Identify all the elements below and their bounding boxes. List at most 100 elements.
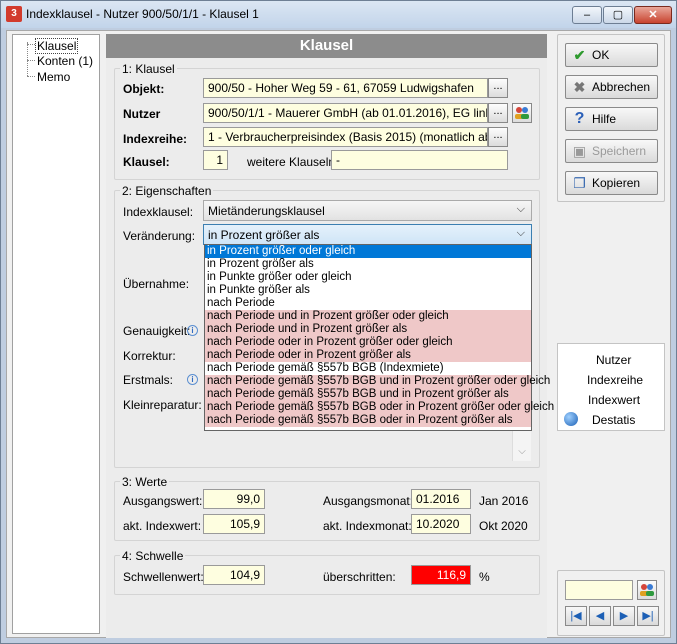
- close-button[interactable]: ✕: [634, 6, 672, 24]
- dropdown-option[interactable]: nach Periode oder in Prozent größer oder…: [205, 336, 531, 349]
- tree-connector: [27, 60, 35, 61]
- section-eigenschaften-title: 2: Eigenschaften: [120, 184, 214, 198]
- tree-connector: [27, 76, 35, 77]
- kopieren-label: Kopieren: [592, 176, 641, 190]
- ausgangswert-label: Ausgangswert:: [123, 494, 203, 508]
- weitere-klauseln-field[interactable]: -: [331, 150, 508, 170]
- abbrechen-label: Abbrechen: [592, 80, 651, 94]
- indexreihe-field[interactable]: 1 - Verbraucherpreisindex (Basis 2015) (…: [203, 127, 488, 147]
- akt-indexmonat-text: Okt 2020: [479, 519, 528, 533]
- last-record-button[interactable]: ▶|: [637, 606, 659, 626]
- maximize-button[interactable]: ▢: [603, 6, 633, 24]
- people-icon: [515, 107, 529, 119]
- klausel-label: Klausel:: [123, 155, 170, 169]
- record-search-field[interactable]: [565, 580, 633, 600]
- chevron-down-icon: ⌵: [518, 446, 526, 457]
- chevron-down-icon: ⌵: [516, 203, 525, 215]
- chevron-down-icon: ⌵: [516, 227, 525, 239]
- akt-indexmonat-field[interactable]: 10.2020: [411, 514, 471, 534]
- minimize-button[interactable]: –: [572, 6, 602, 24]
- dropdown-option[interactable]: nach Periode gemäß §557b BGB oder in Pro…: [205, 414, 531, 427]
- dropdown-option[interactable]: nach Periode gemäß §557b BGB oder in Pro…: [205, 401, 554, 414]
- abbrechen-button[interactable]: ✖ Abbrechen: [565, 75, 658, 99]
- first-record-button[interactable]: |◀: [565, 606, 587, 626]
- dropdown-option[interactable]: in Punkte größer oder gleich: [205, 271, 531, 284]
- info-panel: Nutzer Indexreihe Indexwert Destatis: [557, 343, 665, 431]
- erstmals-label: Erstmals:: [123, 373, 174, 387]
- speichern-button[interactable]: ▣ Speichern: [565, 139, 658, 163]
- genauigkeit-label: Genauigkeit:: [123, 324, 191, 338]
- korrektur-label: Korrektur:: [123, 349, 176, 363]
- objekt-label: Objekt:: [123, 82, 165, 96]
- prev-record-button[interactable]: ◀: [589, 606, 611, 626]
- window-title: Indexklausel - Nutzer 900/50/1/1 - Klaus…: [26, 7, 259, 21]
- info-nutzer[interactable]: Nutzer: [596, 353, 631, 367]
- section-schwelle-title: 4: Schwelle: [120, 549, 186, 563]
- klausel-field[interactable]: 1: [203, 150, 228, 170]
- next-record-button[interactable]: ▶: [613, 606, 635, 626]
- dropdown-option[interactable]: nach Periode gemäß §557b BGB (Indexmiete…: [205, 362, 531, 375]
- tree-item-konten[interactable]: Konten (1): [37, 54, 93, 68]
- ausgangsmonat-label: Ausgangsmonat:: [323, 494, 414, 508]
- dropdown-option[interactable]: nach Periode: [205, 297, 531, 310]
- section-werte-title: 3: Werte: [120, 475, 170, 489]
- indexklausel-select[interactable]: Mietänderungsklausel ⌵: [203, 200, 532, 221]
- ausgangsmonat-field[interactable]: 01.2016: [411, 489, 471, 509]
- weitere-klauseln-label: weitere Klauseln:: [247, 155, 339, 169]
- nutzer-label: Nutzer: [123, 107, 161, 121]
- panel-header: Klausel: [106, 34, 547, 58]
- nutzer-field[interactable]: 900/50/1/1 - Mauerer GmbH (ab 01.01.2016…: [203, 103, 488, 123]
- people-icon: [640, 584, 654, 596]
- help-question-icon: ?: [574, 110, 585, 127]
- tree-item-klausel[interactable]: Klausel: [35, 38, 79, 54]
- ausgangswert-field[interactable]: 99,0: [203, 489, 265, 509]
- akt-indexwert-label: akt. Indexwert:: [123, 519, 202, 533]
- info-icon[interactable]: i: [187, 325, 198, 336]
- ueberschritten-field: 116,9: [411, 565, 471, 585]
- ueberschritten-label: überschritten:: [323, 570, 396, 584]
- indexklausel-label: Indexklausel:: [123, 205, 194, 219]
- speichern-label: Speichern: [592, 144, 647, 158]
- dropdown-option[interactable]: in Punkte größer als: [205, 284, 531, 297]
- dropdown-option[interactable]: nach Periode oder in Prozent größer als: [205, 349, 531, 362]
- veraenderung-select[interactable]: in Prozent größer als ⌵: [203, 224, 532, 245]
- dropdown-option[interactable]: nach Periode gemäß §557b BGB und in Proz…: [205, 375, 550, 388]
- record-people-button[interactable]: [637, 580, 657, 600]
- akt-indexwert-field[interactable]: 105,9: [203, 514, 265, 534]
- tree-connector: [27, 44, 35, 45]
- nutzer-people-button[interactable]: [512, 103, 532, 123]
- info-indexwert[interactable]: Indexwert: [588, 393, 640, 407]
- objekt-browse-button[interactable]: ...: [488, 78, 508, 98]
- schwellenwert-label: Schwellenwert:: [123, 570, 204, 584]
- schwellenwert-field[interactable]: 104,9: [203, 565, 265, 585]
- objekt-field[interactable]: 900/50 - Hoher Weg 59 - 61, 67059 Ludwig…: [203, 78, 488, 98]
- dropdown-option[interactable]: in Prozent größer als: [205, 258, 531, 271]
- veraenderung-label: Veränderung:: [123, 229, 196, 243]
- nutzer-browse-button[interactable]: ...: [488, 103, 508, 123]
- tree-connector: [27, 42, 28, 76]
- dropdown-option[interactable]: nach Periode und in Prozent größer oder …: [205, 310, 531, 323]
- ok-button[interactable]: ✔ OK: [565, 43, 658, 67]
- dropdown-option[interactable]: nach Periode und in Prozent größer als: [205, 323, 531, 336]
- akt-indexmonat-label: akt. Indexmonat:: [323, 519, 412, 533]
- indexreihe-label: Indexreihe:: [123, 132, 188, 146]
- uebernahme-label: Übernahme:: [123, 277, 190, 291]
- ausgangsmonat-text: Jan 2016: [479, 494, 529, 508]
- info-icon[interactable]: i: [187, 374, 198, 385]
- globe-icon: [564, 412, 578, 426]
- veraenderung-dropdown-list[interactable]: in Prozent größer oder gleich in Prozent …: [204, 244, 554, 431]
- dropdown-option[interactable]: in Prozent größer oder gleich: [205, 245, 531, 258]
- kleinreparatur-label: Kleinreparatur:: [123, 398, 202, 412]
- info-destatis[interactable]: Destatis: [592, 413, 635, 427]
- kopieren-button[interactable]: ❐ Kopieren: [565, 171, 658, 195]
- app-icon: 3: [6, 6, 22, 22]
- info-indexreihe[interactable]: Indexreihe: [587, 373, 643, 387]
- veraenderung-value: in Prozent größer als: [208, 228, 320, 242]
- dropdown-option[interactable]: nach Periode gemäß §557b BGB und in Proz…: [205, 388, 531, 401]
- tree-item-memo[interactable]: Memo: [37, 70, 70, 84]
- navigation-tree: Klausel Konten (1) Memo: [12, 34, 100, 634]
- hilfe-button[interactable]: ? Hilfe: [565, 107, 658, 131]
- save-disk-icon: ▣: [572, 143, 587, 159]
- indexreihe-browse-button[interactable]: ...: [488, 127, 508, 147]
- percent-sign: %: [479, 570, 490, 584]
